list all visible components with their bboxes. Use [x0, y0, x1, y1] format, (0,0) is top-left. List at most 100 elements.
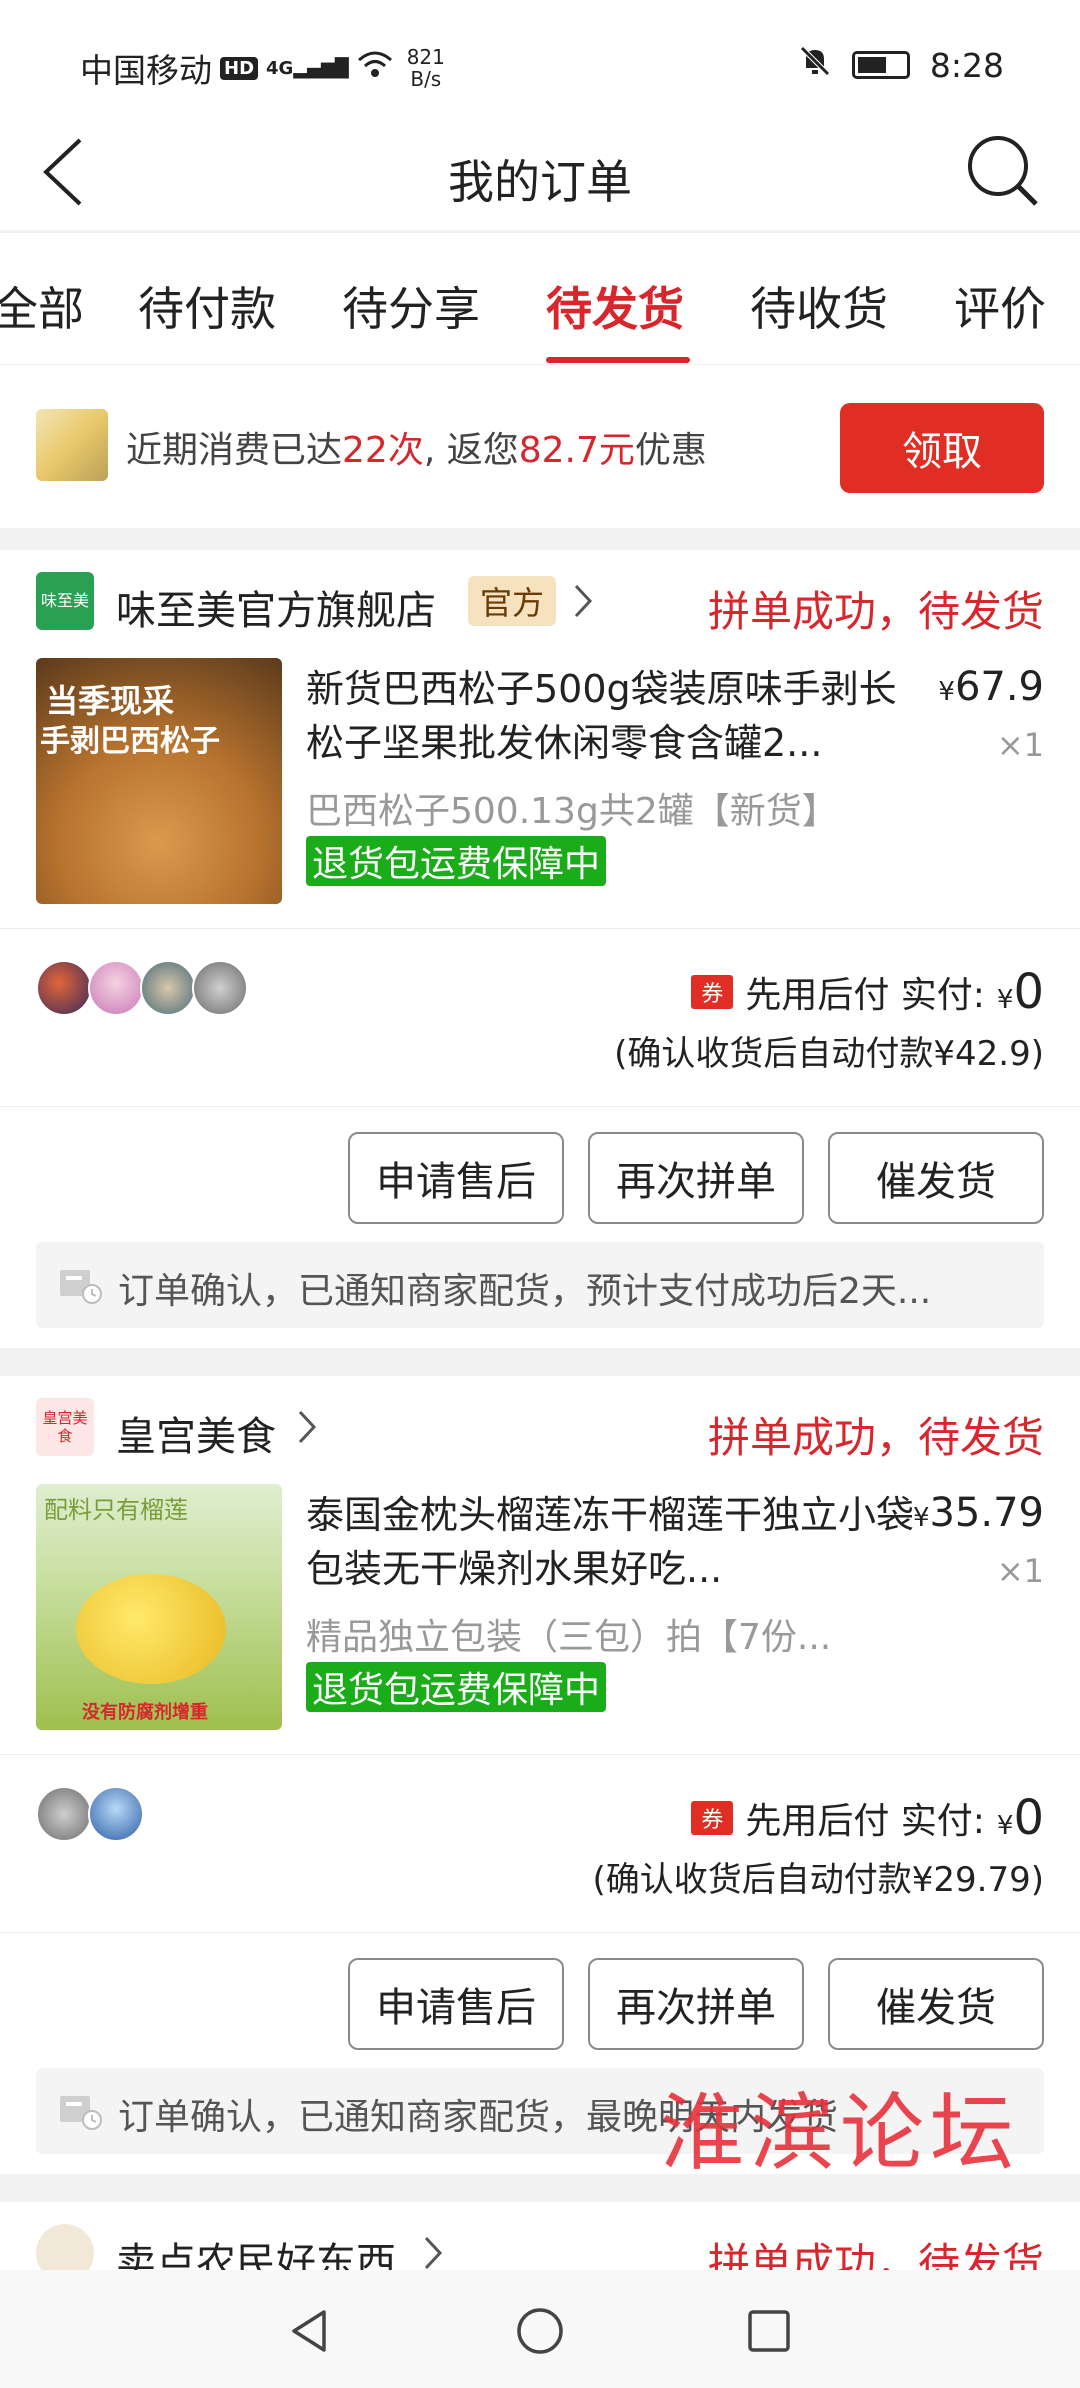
page-title: 我的订单 — [448, 155, 632, 209]
after-sales-button[interactable]: 申请售后 — [348, 1958, 564, 2050]
active-tab-indicator — [546, 357, 690, 363]
mute-bell-icon — [798, 44, 832, 86]
paid-amount-value: 0 — [1013, 1790, 1044, 1846]
currency-symbol: ¥ — [996, 1811, 1014, 1841]
rebate-text-c: 优惠 — [634, 430, 707, 471]
product-spec: 巴西松子500.13g共2罐【新货】 — [306, 791, 838, 832]
coupon-icon: 券 — [691, 1801, 734, 1835]
home-circle-icon[interactable] — [515, 2306, 565, 2356]
delivery-truck-icon — [60, 2096, 102, 2130]
divider — [0, 1106, 1080, 1107]
avatar — [36, 1786, 92, 1842]
carrier-label: 中国移动 — [80, 51, 212, 90]
return-shipping-guarantee-badge: 退货包运费保障中 — [306, 836, 607, 886]
recents-square-icon[interactable] — [744, 2306, 794, 2356]
claim-button[interactable]: 领取 — [840, 403, 1044, 493]
tab-pending-shipment[interactable]: 待发货 — [546, 273, 684, 339]
order-card: 味至美 味至美官方旗舰店 官方 拼单成功，待发货 当季现采 手剥巴西松子 新货巴… — [0, 550, 1080, 1348]
order-notice[interactable]: 订单确认，已通知商家配货，预计支付成功后2天... — [36, 1242, 1044, 1328]
rebate-text: 近期消费已达22次, 返您82.7元优惠 — [126, 421, 707, 473]
currency-symbol: ¥ — [996, 985, 1014, 1015]
hd-icon: HD — [220, 56, 259, 80]
auto-pay-note: (确认收货后自动付款¥29.79) — [592, 1860, 1045, 1900]
rebate-thumbnail — [36, 409, 108, 481]
product-price: ¥67.9 — [938, 664, 1044, 710]
battery-icon — [851, 51, 910, 79]
return-shipping-guarantee-badge: 退货包运费保障中 — [306, 1662, 607, 1712]
net-speed: 821 B/s — [407, 46, 445, 90]
tab-pending-receipt[interactable]: 待收货 — [750, 273, 888, 339]
group-again-button[interactable]: 再次拼单 — [588, 1958, 804, 2050]
paid-amount-value: 0 — [1013, 964, 1044, 1020]
product-image-text: 手剥巴西松子 — [40, 724, 220, 759]
shop-row[interactable]: 皇宫美食 皇宫美食 拼单成功，待发货 — [36, 1398, 1044, 1462]
after-sales-button[interactable]: 申请售后 — [348, 1132, 564, 1224]
product-title[interactable]: 泰国金枕头榴莲冻干榴莲干独立小袋包装无干燥剂水果好吃... — [306, 1488, 926, 1596]
status-right: 8:28 — [798, 44, 1004, 86]
product-quantity: ×1 — [996, 1552, 1044, 1590]
payment-row: 券 先用后付 实付: ¥0 — [691, 1790, 1044, 1846]
shop-logo: 皇宫美食 — [36, 1398, 94, 1456]
order-card: 皇宫美食 皇宫美食 拼单成功，待发货 配料只有榴莲 没有防腐剂增重 泰国金枕头榴… — [0, 1376, 1080, 2174]
product-image-text: 没有防腐剂增重 — [82, 1702, 208, 1723]
order-status: 拼单成功，待发货 — [707, 1413, 1044, 1462]
product-image-text: 配料只有榴莲 — [44, 1496, 188, 1524]
group-avatars[interactable] — [36, 960, 248, 1016]
rebate-count: 22次 — [342, 430, 424, 471]
group-avatars[interactable] — [36, 1786, 144, 1842]
paid-amount: ¥0 — [997, 1790, 1044, 1846]
header: 我的订单 — [0, 118, 1080, 230]
tab-pending-share[interactable]: 待分享 — [342, 273, 480, 339]
rebate-amount: 82.7元 — [518, 430, 635, 471]
divider — [0, 1754, 1080, 1755]
order-status: 拼单成功，待发货 — [707, 587, 1044, 636]
shop-row[interactable]: 味至美 味至美官方旗舰店 官方 拼单成功，待发货 — [36, 572, 1044, 636]
chevron-right-icon — [574, 584, 593, 618]
urge-shipment-button[interactable]: 催发货 — [828, 1132, 1044, 1224]
order-notice-text: 订单确认，已通知商家配货，预计支付成功后2天... — [118, 1271, 932, 1312]
product-price: ¥35.79 — [913, 1490, 1044, 1536]
group-again-button[interactable]: 再次拼单 — [588, 1132, 804, 1224]
avatar — [192, 960, 248, 1016]
order-tabs: 全部 待付款 待分享 待发货 待收货 评价 — [0, 232, 1080, 364]
search-button[interactable] — [960, 128, 1044, 212]
product-image[interactable]: 配料只有榴莲 没有防腐剂增重 — [36, 1484, 282, 1730]
tab-review[interactable]: 评价 — [954, 273, 1046, 339]
tab-pending-payment[interactable]: 待付款 — [138, 273, 276, 339]
pay-later-label: 先用后付 实付: — [745, 1801, 985, 1842]
avatar — [88, 1786, 144, 1842]
avatar — [140, 960, 196, 1016]
product-title[interactable]: 新货巴西松子500g袋装原味手剥长松子坚果批发休闲零食含罐2... — [306, 662, 926, 770]
rebate-text-b: , 返您 — [423, 430, 519, 471]
shop-logo: 味至美 — [36, 572, 94, 630]
pay-later-label: 先用后付 实付: — [745, 975, 985, 1016]
product-spec: 精品独立包装（三包）拍【7份... — [306, 1617, 832, 1658]
status-left: 中国移动 HD 4G▂▄▆█ 821 B/s — [80, 44, 445, 92]
paid-amount: ¥0 — [997, 964, 1044, 1020]
product-image[interactable]: 当季现采 手剥巴西松子 — [36, 658, 282, 904]
divider — [0, 928, 1080, 929]
official-badge: 官方 — [468, 576, 557, 626]
shop-name: 味至美官方旗舰店 — [116, 588, 436, 634]
network-type: 4G — [266, 57, 294, 79]
status-bar: 中国移动 HD 4G▂▄▆█ 821 B/s 8:28 — [0, 0, 1080, 118]
delivery-truck-icon — [60, 1270, 102, 1304]
signal-icon: 4G▂▄▆█ — [266, 57, 349, 79]
currency-symbol: ¥ — [912, 1503, 930, 1533]
shop-logo-text: 味至美 — [40, 591, 89, 610]
urge-shipment-button[interactable]: 催发货 — [828, 1958, 1044, 2050]
tab-all[interactable]: 全部 — [0, 273, 84, 339]
back-triangle-icon[interactable] — [284, 2306, 334, 2356]
payment-row: 券 先用后付 实付: ¥0 — [691, 964, 1044, 1020]
wifi-icon — [357, 49, 393, 88]
product-quantity: ×1 — [996, 726, 1044, 764]
rebate-banner: 近期消费已达22次, 返您82.7元优惠 领取 — [0, 364, 1080, 528]
auto-pay-note: (确认收货后自动付款¥42.9) — [614, 1034, 1044, 1074]
avatar — [36, 960, 92, 1016]
chevron-right-icon — [424, 2236, 443, 2270]
net-speed-value: 821 — [406, 45, 445, 69]
forum-watermark: 淮滨论坛 — [660, 2084, 1021, 2182]
clock: 8:28 — [929, 45, 1004, 85]
price-value: 35.79 — [929, 1490, 1044, 1536]
rebate-text-a: 近期消费已达 — [126, 430, 343, 471]
